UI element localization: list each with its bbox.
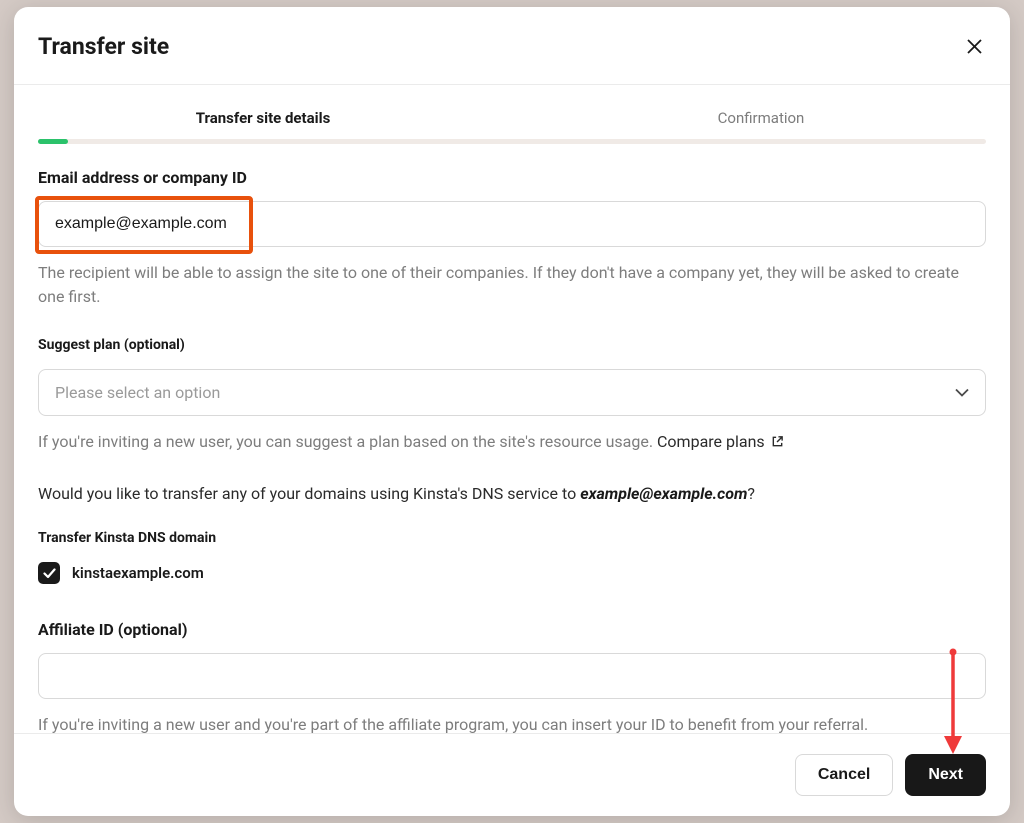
affiliate-label: Affiliate ID (optional) xyxy=(38,620,986,639)
tab-confirmation[interactable]: Confirmation xyxy=(512,85,1010,139)
email-helper: The recipient will be able to assign the… xyxy=(38,261,986,309)
transfer-site-modal: Transfer site Transfer site details Conf… xyxy=(14,7,1010,816)
external-link-icon xyxy=(771,435,784,448)
dns-domain-label: kinstaexample.com xyxy=(72,564,204,582)
affiliate-helper: If you're inviting a new user and you're… xyxy=(38,713,986,733)
modal-header: Transfer site xyxy=(14,7,1010,85)
email-input[interactable] xyxy=(38,201,986,247)
check-icon xyxy=(43,568,56,579)
progress-fill xyxy=(38,139,68,144)
next-button[interactable]: Next xyxy=(905,754,986,796)
close-button[interactable] xyxy=(962,35,986,59)
affiliate-input[interactable] xyxy=(38,653,986,699)
chevron-down-icon xyxy=(955,388,969,397)
plan-placeholder: Please select an option xyxy=(55,383,220,402)
dns-domain-checkbox[interactable] xyxy=(38,562,60,584)
plan-helper: If you're inviting a new user, you can s… xyxy=(38,430,986,454)
step-tabs: Transfer site details Confirmation xyxy=(14,85,1010,139)
compare-plans-link[interactable]: Compare plans xyxy=(657,432,784,451)
close-icon xyxy=(967,39,982,54)
cancel-button[interactable]: Cancel xyxy=(795,754,893,796)
modal-body: Email address or company ID The recipien… xyxy=(14,144,1010,733)
modal-title: Transfer site xyxy=(38,33,169,60)
transfer-question: Would you like to transfer any of your d… xyxy=(38,482,986,506)
dns-label: Transfer Kinsta DNS domain xyxy=(38,530,986,546)
email-label: Email address or company ID xyxy=(38,168,986,187)
plan-select[interactable]: Please select an option xyxy=(38,369,986,416)
modal-footer: Cancel Next xyxy=(14,733,1010,816)
progress-bar xyxy=(38,139,986,144)
dns-domain-row: kinstaexample.com xyxy=(38,562,986,584)
tab-details[interactable]: Transfer site details xyxy=(14,85,512,139)
plan-label: Suggest plan (optional) xyxy=(38,337,986,353)
